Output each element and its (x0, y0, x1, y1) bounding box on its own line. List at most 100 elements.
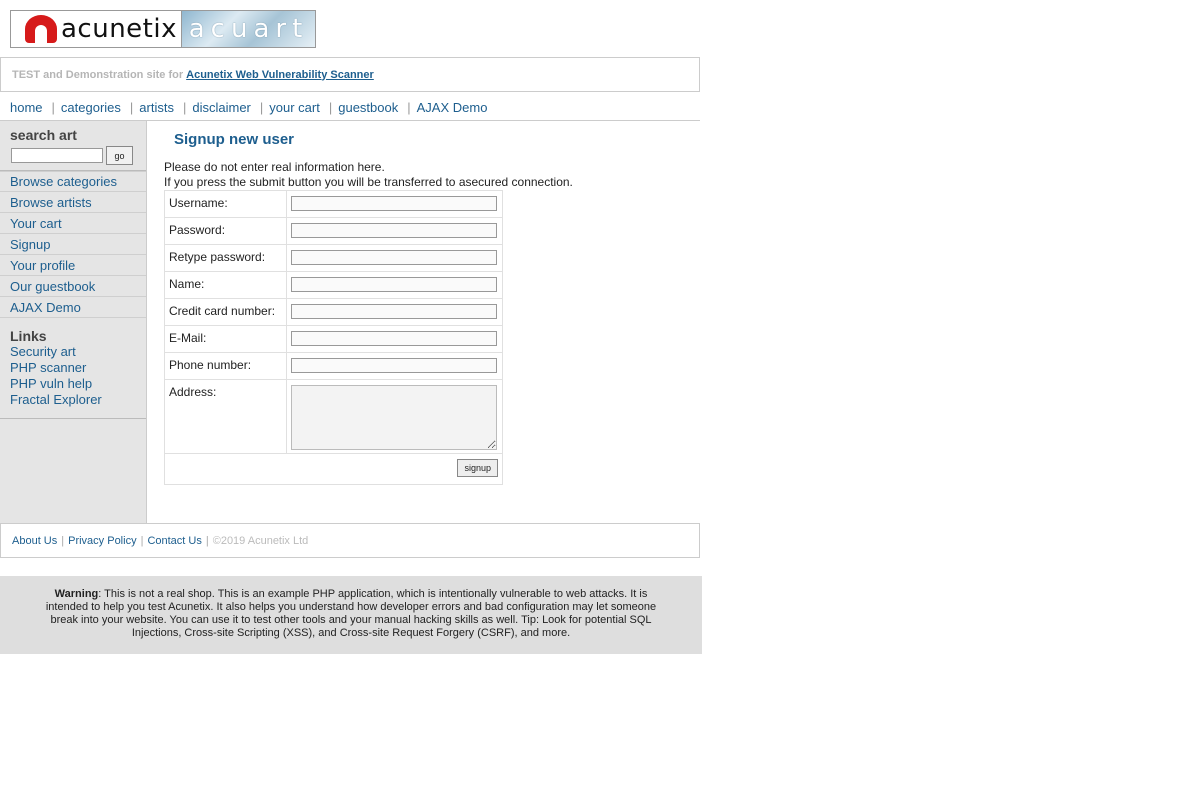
nav-ajax-demo[interactable]: AJAX Demo (417, 100, 488, 115)
sidebar-item-our-guestbook: Our guestbook (0, 276, 146, 297)
credit-card-field[interactable] (291, 304, 497, 319)
username-field[interactable] (291, 196, 497, 211)
subtitle-prefix: TEST and Demonstration site for (12, 68, 184, 81)
sidebar: search art go Browse categories Browse a… (0, 121, 147, 523)
acunetix-logo[interactable]: acunetix (10, 10, 182, 48)
credit-card-label: Credit card number: (164, 298, 287, 326)
nav-home[interactable]: home (10, 100, 43, 115)
top-navigation: home | categories | artists | disclaimer… (0, 94, 700, 121)
footer-separator: | (205, 534, 209, 547)
password-cell (286, 217, 503, 245)
form-row-name: Name: (164, 271, 503, 299)
nav-separator: | (259, 99, 264, 115)
form-row-phone: Phone number: (164, 352, 503, 380)
sidebar-link-ajax-demo[interactable]: AJAX Demo (10, 300, 81, 315)
password-label: Password: (164, 217, 287, 245)
email-label: E-Mail: (164, 325, 287, 353)
sidebar-navigation: Browse categories Browse artists Your ca… (0, 171, 146, 318)
sidebar-link-browse-categories[interactable]: Browse categories (10, 174, 117, 189)
search-box: search art go (0, 121, 146, 171)
link-fractal-explorer[interactable]: Fractal Explorer (10, 392, 146, 408)
search-go-button[interactable]: go (106, 146, 133, 165)
sidebar-link-browse-artists[interactable]: Browse artists (10, 195, 92, 210)
notice-line-2: If you press the submit button you will … (164, 175, 573, 189)
phone-label: Phone number: (164, 352, 287, 380)
links-title: Links (10, 328, 47, 344)
nav-separator: | (182, 99, 187, 115)
search-row: go (10, 146, 146, 165)
footer: About Us | Privacy Policy | Contact Us |… (0, 523, 700, 558)
nav-separator: | (328, 99, 333, 115)
search-input[interactable] (11, 148, 103, 163)
address-label: Address: (164, 379, 287, 454)
nav-your-cart[interactable]: your cart (269, 100, 320, 115)
nav-separator: | (51, 99, 55, 115)
warning-text: : This is not a real shop. This is an ex… (45, 588, 657, 639)
retype-password-cell (286, 244, 503, 272)
form-row-username: Username: (164, 190, 503, 218)
sidebar-item-browse-categories: Browse categories (0, 171, 146, 192)
form-row-retype-password: Retype password: (164, 244, 503, 272)
credit-card-cell (286, 298, 503, 326)
site-subtitle: TEST and Demonstration site for Acunetix… (0, 57, 700, 92)
sidebar-item-your-cart: Your cart (0, 213, 146, 234)
nav-separator: | (407, 99, 411, 115)
page-title: Signup new user (174, 131, 295, 148)
footer-separator: | (140, 534, 144, 547)
link-php-vuln-help[interactable]: PHP vuln help (10, 376, 146, 392)
form-row-email: E-Mail: (164, 325, 503, 353)
phone-cell (286, 352, 503, 380)
search-title: search art (10, 127, 77, 143)
retype-password-field[interactable] (291, 250, 497, 265)
sidebar-link-your-cart[interactable]: Your cart (10, 216, 62, 231)
retype-password-label: Retype password: (164, 244, 287, 272)
nav-guestbook[interactable]: guestbook (338, 100, 398, 115)
link-security-art[interactable]: Security art (10, 344, 146, 360)
nav-separator: | (129, 99, 134, 115)
acunetix-logo-text: acunetix (61, 14, 177, 44)
nav-categories[interactable]: categories (61, 100, 121, 115)
footer-about-us[interactable]: About Us (12, 535, 57, 547)
footer-separator: | (61, 534, 65, 547)
name-field[interactable] (291, 277, 497, 292)
sidebar-link-signup[interactable]: Signup (10, 237, 50, 252)
email-cell (286, 325, 503, 353)
phone-field[interactable] (291, 358, 497, 373)
signup-form: Username: Password: Retype password: Nam… (164, 190, 694, 485)
scanner-link[interactable]: Acunetix Web Vulnerability Scanner (186, 69, 374, 81)
nav-disclaimer[interactable]: disclaimer (192, 100, 251, 115)
email-field[interactable] (291, 331, 497, 346)
site-logo[interactable]: acunetix acuart (10, 10, 316, 48)
form-row-submit: signup (164, 453, 503, 485)
address-field[interactable] (291, 385, 497, 450)
notice-line-1: Please do not enter real information her… (164, 160, 385, 174)
footer-privacy-policy[interactable]: Privacy Policy (68, 535, 136, 547)
signup-table: Username: Password: Retype password: Nam… (164, 190, 503, 485)
name-label: Name: (164, 271, 287, 299)
name-cell (286, 271, 503, 299)
sidebar-item-your-profile: Your profile (0, 255, 146, 276)
link-php-scanner[interactable]: PHP scanner (10, 360, 146, 376)
footer-copyright: ©2019 Acunetix Ltd (212, 534, 309, 547)
acunetix-logo-icon (25, 15, 57, 43)
warning-box: Warning: This is not a real shop. This i… (0, 576, 702, 654)
sidebar-link-your-profile[interactable]: Your profile (10, 258, 75, 273)
address-cell (286, 379, 503, 454)
username-cell (286, 190, 503, 218)
acuart-logo[interactable]: acuart (182, 10, 316, 48)
signup-button[interactable]: signup (457, 459, 498, 477)
sidebar-item-ajax-demo: AJAX Demo (0, 297, 146, 318)
sidebar-item-browse-artists: Browse artists (0, 192, 146, 213)
password-field[interactable] (291, 223, 497, 238)
form-row-password: Password: (164, 217, 503, 245)
nav-artists[interactable]: artists (139, 100, 174, 115)
username-label: Username: (164, 190, 287, 218)
submit-cell: signup (164, 453, 503, 485)
main-content: Signup new user Please do not enter real… (164, 121, 694, 485)
form-row-address: Address: (164, 379, 503, 454)
form-row-credit-card: Credit card number: (164, 298, 503, 326)
sidebar-link-our-guestbook[interactable]: Our guestbook (10, 279, 95, 294)
signup-notice: Please do not enter real information her… (164, 160, 694, 190)
sidebar-item-signup: Signup (0, 234, 146, 255)
footer-contact-us[interactable]: Contact Us (147, 535, 201, 547)
